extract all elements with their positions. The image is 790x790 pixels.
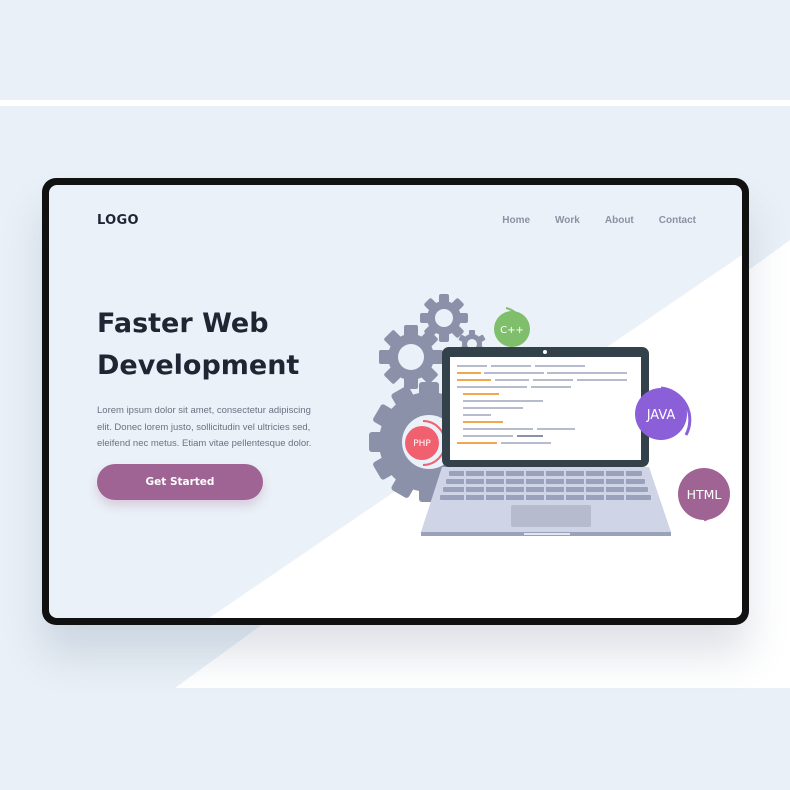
nav-contact[interactable]: Contact — [659, 215, 696, 226]
hero-description: Lorem ipsum dolor sit amet, consectetur … — [97, 403, 347, 453]
hero-text-line1: Lorem ipsum dolor sit amet, consectetur … — [97, 405, 311, 416]
get-started-button[interactable]: Get Started — [97, 464, 263, 500]
cpp-badge-icon: C++ — [494, 307, 530, 347]
hero-text-line3: eleifend nec metus. Etiam vitae pellente… — [97, 438, 312, 449]
nav-about[interactable]: About — [605, 215, 634, 226]
hero-title-line2: Development — [97, 350, 300, 381]
hero-text-line2: elit. Donec lorem justo, sollicitudin ve… — [97, 421, 311, 433]
cpp-label: C++ — [500, 325, 524, 336]
laptop-icon — [421, 347, 671, 536]
hero-title-line1: Faster Web — [97, 308, 269, 339]
trackpad — [511, 505, 591, 527]
hero-title: Faster Web Development — [97, 303, 357, 387]
java-label: JAVA — [646, 408, 676, 423]
landing-page-screen: LOGO Home Work About Contact Faster Web … — [49, 185, 742, 618]
java-badge-icon: JAVA — [635, 386, 692, 440]
bottom-band — [0, 688, 790, 790]
html-badge-icon: HTML — [678, 468, 730, 522]
device-frame: LOGO Home Work About Contact Faster Web … — [42, 178, 749, 625]
html-label: HTML — [687, 487, 722, 502]
logo[interactable]: LOGO — [97, 213, 139, 228]
dev-illustration: PHP C++ JAVA HTML — [369, 294, 730, 536]
medium-gear-icon — [379, 325, 443, 389]
php-label: PHP — [413, 439, 431, 449]
nav-work[interactable]: Work — [555, 215, 580, 226]
nav-home[interactable]: Home — [502, 215, 530, 226]
main-nav: Home Work About Contact — [502, 215, 696, 226]
